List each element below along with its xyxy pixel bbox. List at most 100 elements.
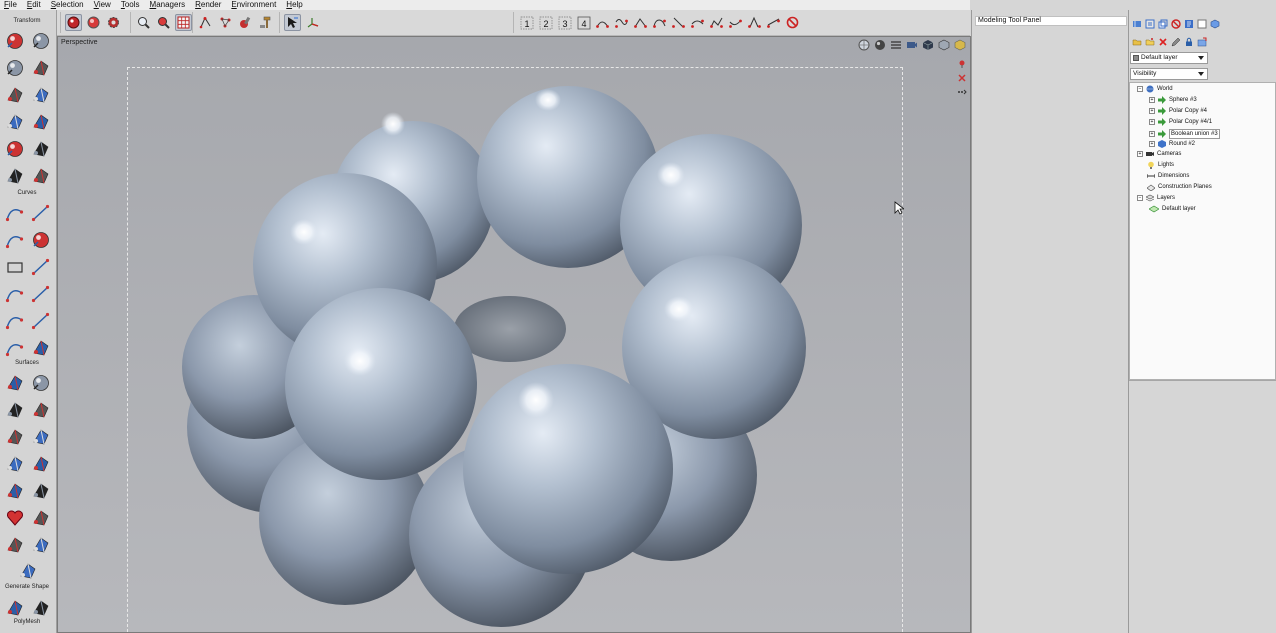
no-entry-icon[interactable] (1171, 19, 1181, 29)
scene-browser-icon[interactable] (1132, 19, 1142, 29)
shaded-sphere-tool[interactable] (30, 30, 52, 52)
offset-surface-tool[interactable] (30, 507, 52, 529)
taper-tool[interactable] (30, 138, 52, 160)
pin-icon[interactable] (957, 59, 967, 69)
menu-selection[interactable]: Selection (47, 0, 90, 10)
record-button[interactable] (65, 14, 82, 31)
extrude-surface-tool[interactable] (4, 372, 26, 394)
no-entry-button[interactable] (784, 14, 801, 31)
zoom-extents-button[interactable] (155, 14, 172, 31)
extend-curve-tool[interactable] (4, 337, 26, 359)
curve-degree-1-button[interactable]: 1 (518, 14, 535, 31)
tree-node-world[interactable]: − World (1137, 85, 1173, 93)
polymesh-b-tool[interactable] (30, 597, 52, 619)
delete-icon[interactable] (1158, 37, 1168, 47)
dotted-circle-tool[interactable] (4, 138, 26, 160)
expand-icon[interactable]: + (1149, 108, 1155, 114)
snap-points-button[interactable] (197, 14, 214, 31)
zoom-button[interactable] (135, 14, 152, 31)
expand-icon[interactable]: + (1149, 131, 1155, 137)
menu-environment[interactable]: Environment (227, 0, 282, 10)
expand-icon[interactable]: + (1137, 151, 1143, 157)
render-sphere-button[interactable] (85, 14, 102, 31)
more-icon[interactable] (957, 87, 967, 97)
group-icon[interactable] (1158, 19, 1168, 29)
bend-tool[interactable] (30, 165, 52, 187)
generate-shape-tool[interactable] (17, 560, 39, 582)
fillet-curve-tool[interactable] (4, 283, 26, 305)
sphere-primitive-tool[interactable] (30, 372, 52, 394)
curve-degree-2-button[interactable]: 2 (537, 14, 554, 31)
curve-c-button[interactable] (632, 14, 649, 31)
select-button[interactable] (284, 14, 301, 31)
tree-node-cameras[interactable]: + Cameras (1137, 150, 1181, 158)
cube-box-icon[interactable] (1210, 19, 1220, 29)
shaded-sphere-icon[interactable] (874, 39, 886, 51)
trim-tool[interactable] (4, 534, 26, 556)
shell-tool[interactable] (30, 480, 52, 502)
section-tool[interactable] (30, 337, 52, 359)
rotate-sphere-tool[interactable] (4, 57, 26, 79)
mesh-tool[interactable] (30, 534, 52, 556)
new-folder-icon[interactable] (1145, 37, 1155, 47)
polymesh-a-tool[interactable] (4, 597, 26, 619)
lock-icon[interactable] (1184, 37, 1194, 47)
array-polar-tool[interactable] (30, 84, 52, 106)
curve-degree-3-button[interactable]: 3 (556, 14, 573, 31)
curve-i-button[interactable] (746, 14, 763, 31)
circle-center-tool[interactable] (30, 229, 52, 251)
folder-icon[interactable] (1132, 37, 1142, 47)
spiral-tool[interactable] (30, 256, 52, 278)
tree-node-default-layer[interactable]: Default layer (1149, 205, 1196, 213)
hammer-button[interactable] (257, 14, 274, 31)
curve-d-button[interactable] (651, 14, 668, 31)
scale-object-tool[interactable] (30, 57, 52, 79)
layers-icon[interactable] (890, 39, 902, 51)
menu-edit[interactable]: Edit (23, 0, 47, 10)
object-list-icon[interactable] (1145, 19, 1155, 29)
curve-g-button[interactable] (708, 14, 725, 31)
expand-icon[interactable]: + (1149, 119, 1155, 125)
tree-node-object-4[interactable]: + Boolean union #3 (1149, 129, 1220, 139)
heart-shape-tool[interactable] (4, 507, 26, 529)
layer-settings-icon[interactable] (1197, 37, 1207, 47)
tree-node-object-1[interactable]: + Sphere #3 (1149, 96, 1197, 104)
revolve-surface-tool[interactable] (30, 399, 52, 421)
menu-render[interactable]: Render (191, 0, 227, 10)
tree-node-object-5[interactable]: + Round #2 (1149, 140, 1195, 148)
paint-button[interactable] (237, 14, 254, 31)
tree-node-construction-planes[interactable]: Construction Planes (1147, 183, 1212, 191)
fillet-surface-tool[interactable] (4, 453, 26, 475)
blend-surface-tool[interactable] (30, 453, 52, 475)
menu-tools[interactable]: Tools (117, 0, 146, 10)
polyline-tool[interactable] (4, 202, 26, 224)
sweep-surface-tool[interactable] (4, 426, 26, 448)
curve-a-button[interactable] (594, 14, 611, 31)
snap-nodes-button[interactable] (217, 14, 234, 31)
render-settings-button[interactable] (105, 14, 122, 31)
menu-file[interactable]: File (0, 0, 23, 10)
tree-node-object-3[interactable]: + Polar Copy #4/1 (1149, 118, 1212, 126)
blend-curve-tool[interactable] (4, 310, 26, 332)
tree-node-object-2[interactable]: + Polar Copy #4 (1149, 107, 1207, 115)
axis-button[interactable] (304, 14, 321, 31)
loft-surface-tool[interactable] (4, 399, 26, 421)
tree-node-lights[interactable]: Lights (1147, 161, 1174, 169)
light-icon[interactable] (954, 39, 966, 51)
collapse-icon[interactable]: − (1137, 86, 1143, 92)
curve-j-button[interactable] (765, 14, 782, 31)
curve-h-button[interactable] (727, 14, 744, 31)
camera-icon[interactable] (906, 39, 918, 51)
arc-tool[interactable] (4, 229, 26, 251)
expand-icon[interactable]: + (1149, 97, 1155, 103)
expand-icon[interactable]: + (1149, 141, 1155, 147)
pencil-icon[interactable] (1171, 37, 1181, 47)
close-view-icon[interactable] (957, 73, 967, 83)
blank-icon[interactable] (1197, 19, 1207, 29)
wire-cube-icon[interactable] (938, 39, 950, 51)
curve-f-button[interactable] (689, 14, 706, 31)
boolean-tool[interactable] (4, 480, 26, 502)
rectangle-tool[interactable] (4, 256, 26, 278)
menu-help[interactable]: Help (282, 0, 308, 10)
curve-e-button[interactable] (670, 14, 687, 31)
